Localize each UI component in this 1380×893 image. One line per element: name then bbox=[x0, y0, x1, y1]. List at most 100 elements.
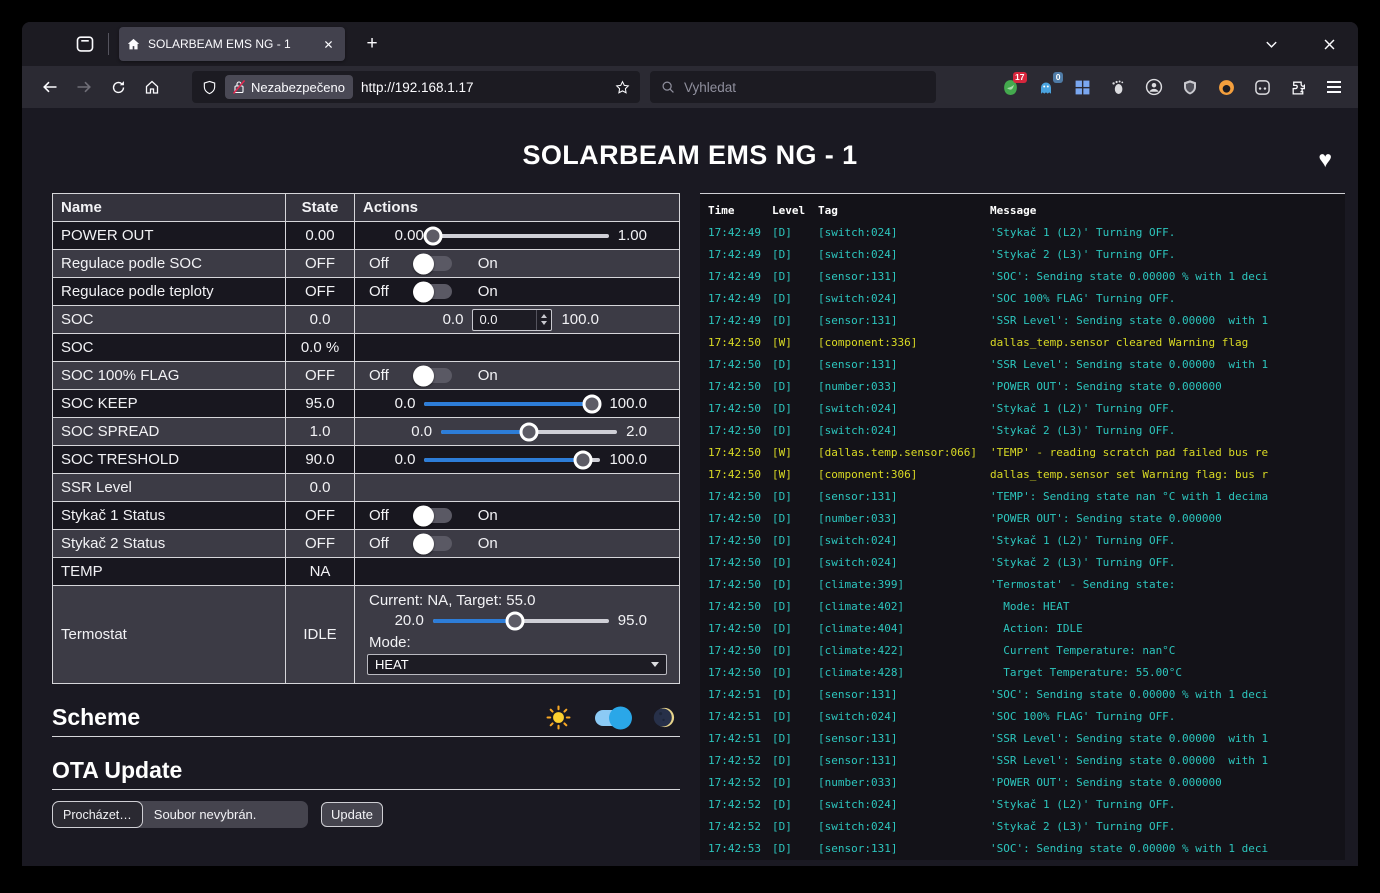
slider[interactable] bbox=[433, 619, 609, 623]
extensions-button[interactable] bbox=[1288, 77, 1308, 97]
log-time: 17:42:50 bbox=[708, 380, 772, 393]
window-close-button[interactable] bbox=[1323, 38, 1336, 51]
log-message: Target Temperature: 55.00°C bbox=[990, 666, 1345, 679]
slider-max-label: 95.0 bbox=[618, 612, 647, 629]
back-button[interactable] bbox=[34, 73, 66, 101]
toggle-off-label: Off bbox=[369, 507, 389, 524]
log-tag: [switch:024] bbox=[818, 292, 990, 305]
log-row: 17:42:52[D][sensor:131]'SSR Level': Send… bbox=[700, 749, 1345, 771]
navigation-toolbar: Nezabezpečeno http://192.168.1.17 Vyhled… bbox=[22, 66, 1358, 108]
page-content: SOLARBEAM EMS NG - 1 ♥ Name State Action… bbox=[22, 108, 1358, 866]
log-time: 17:42:50 bbox=[708, 578, 772, 591]
extension-adblock-button[interactable]: 17 bbox=[1000, 77, 1020, 97]
log-tag: [sensor:131] bbox=[818, 842, 990, 855]
toggle-switch[interactable] bbox=[415, 256, 452, 271]
home-button[interactable] bbox=[136, 73, 168, 101]
log-row: 17:42:50[D][number:033]'POWER OUT': Send… bbox=[700, 375, 1345, 397]
update-button[interactable]: Update bbox=[321, 802, 383, 827]
list-tabs-button[interactable] bbox=[1264, 37, 1279, 52]
number-input[interactable]: 0.0 bbox=[472, 309, 552, 331]
extension-ublock-button[interactable] bbox=[1180, 77, 1200, 97]
entity-state: 90.0 bbox=[286, 446, 355, 474]
log-level: [D] bbox=[772, 556, 818, 569]
file-chosen-label: Soubor nevybrán. bbox=[143, 807, 268, 822]
account-button[interactable] bbox=[1144, 77, 1164, 97]
log-level: [D] bbox=[772, 314, 818, 327]
browser-tab[interactable]: SOLARBEAM EMS NG - 1 bbox=[119, 27, 345, 61]
log-level: [D] bbox=[772, 270, 818, 283]
extension-gnome-button[interactable] bbox=[1108, 77, 1128, 97]
log-message: 'Stykač 1 (L2)' Turning OFF. bbox=[990, 402, 1345, 415]
slider-knob[interactable] bbox=[573, 450, 592, 469]
slider-knob[interactable] bbox=[582, 394, 601, 413]
firefox-view-button[interactable] bbox=[70, 29, 100, 59]
toggle-switch[interactable] bbox=[415, 368, 452, 383]
slider[interactable] bbox=[424, 458, 600, 462]
log-console[interactable]: Time Level Tag Message 17:42:49[D][switc… bbox=[700, 193, 1345, 860]
log-level: [D] bbox=[772, 534, 818, 547]
entity-actions: 0.02.0 bbox=[355, 418, 680, 446]
file-input[interactable]: Procházet… Soubor nevybrán. bbox=[52, 801, 308, 828]
log-message: 'SSR Level': Sending state 0.00000 with … bbox=[990, 358, 1345, 371]
slider-knob[interactable] bbox=[423, 226, 442, 245]
slider-fill bbox=[424, 458, 582, 462]
browse-button[interactable]: Procházet… bbox=[52, 801, 143, 828]
slider-knob[interactable] bbox=[505, 611, 524, 630]
extension-ghost-button[interactable]: 0 bbox=[1036, 77, 1056, 97]
slider-control: 0.0100.0 bbox=[355, 451, 679, 468]
log-time: 17:42:49 bbox=[708, 314, 772, 327]
toggle-switch[interactable] bbox=[415, 508, 452, 523]
toggle-switch[interactable] bbox=[415, 284, 452, 299]
slider-control: 0.0100.0 bbox=[355, 395, 679, 412]
new-tab-button[interactable]: + bbox=[357, 29, 387, 59]
slider-knob[interactable] bbox=[520, 422, 539, 441]
tab-strip: SOLARBEAM EMS NG - 1 + bbox=[22, 22, 1358, 66]
climate-control: Current: NA, Target: 55.020.095.0Mode:HE… bbox=[355, 586, 679, 683]
scheme-toggle[interactable] bbox=[595, 710, 629, 726]
log-time: 17:42:50 bbox=[708, 644, 772, 657]
url-text[interactable]: http://192.168.1.17 bbox=[361, 80, 607, 95]
log-tag: [switch:024] bbox=[818, 710, 990, 723]
log-row: 17:42:49[D][switch:024]'SOC 100% FLAG' T… bbox=[700, 287, 1345, 309]
tab-close-icon[interactable] bbox=[319, 35, 337, 53]
extension-grid-button[interactable] bbox=[1072, 77, 1092, 97]
reload-button[interactable] bbox=[102, 73, 134, 101]
chevron-down-icon bbox=[651, 662, 659, 667]
security-chip[interactable]: Nezabezpečeno bbox=[225, 75, 353, 99]
log-time: 17:42:52 bbox=[708, 754, 772, 767]
toggle-knob bbox=[413, 253, 434, 274]
slider-fill bbox=[441, 430, 529, 434]
search-icon bbox=[661, 80, 675, 94]
extension-orange-button[interactable] bbox=[1216, 77, 1236, 97]
log-level: [D] bbox=[772, 600, 818, 613]
url-bar[interactable]: Nezabezpečeno http://192.168.1.17 bbox=[192, 71, 640, 103]
slider-max-label: 1.00 bbox=[618, 227, 647, 244]
entity-name: SOC KEEP bbox=[53, 390, 286, 418]
number-spinner[interactable] bbox=[536, 310, 551, 330]
tracking-shield-icon[interactable] bbox=[202, 80, 217, 95]
scheme-toggle-knob[interactable] bbox=[609, 706, 632, 729]
slider[interactable] bbox=[441, 430, 617, 434]
container-tabs-button[interactable] bbox=[1252, 77, 1272, 97]
entity-name: SOC bbox=[53, 306, 286, 334]
entity-row: Stykač 2 StatusOFFOffOn bbox=[53, 530, 680, 558]
entity-actions bbox=[355, 474, 680, 502]
forward-button[interactable] bbox=[68, 73, 100, 101]
entity-name: SOC 100% FLAG bbox=[53, 362, 286, 390]
mode-select[interactable]: HEAT bbox=[367, 654, 667, 675]
mode-selected-value: HEAT bbox=[375, 657, 409, 672]
scheme-heading: Scheme bbox=[52, 704, 140, 731]
slider[interactable] bbox=[424, 402, 600, 406]
toggle-switch[interactable] bbox=[415, 536, 452, 551]
slider-min-label: 20.0 bbox=[395, 612, 424, 629]
log-message: Current Temperature: nan°C bbox=[990, 644, 1345, 657]
log-level: [D] bbox=[772, 512, 818, 525]
search-bar[interactable]: Vyhledat bbox=[650, 71, 936, 103]
log-row: 17:42:49[D][sensor:131]'SOC': Sending st… bbox=[700, 265, 1345, 287]
slider[interactable] bbox=[433, 234, 609, 238]
log-message: 'Stykač 2 (L3)' Turning OFF. bbox=[990, 248, 1345, 261]
bookmark-star-icon[interactable] bbox=[615, 80, 630, 95]
slider-max-label: 100.0 bbox=[609, 451, 647, 468]
menu-button[interactable] bbox=[1324, 77, 1344, 97]
log-tag: [switch:024] bbox=[818, 556, 990, 569]
